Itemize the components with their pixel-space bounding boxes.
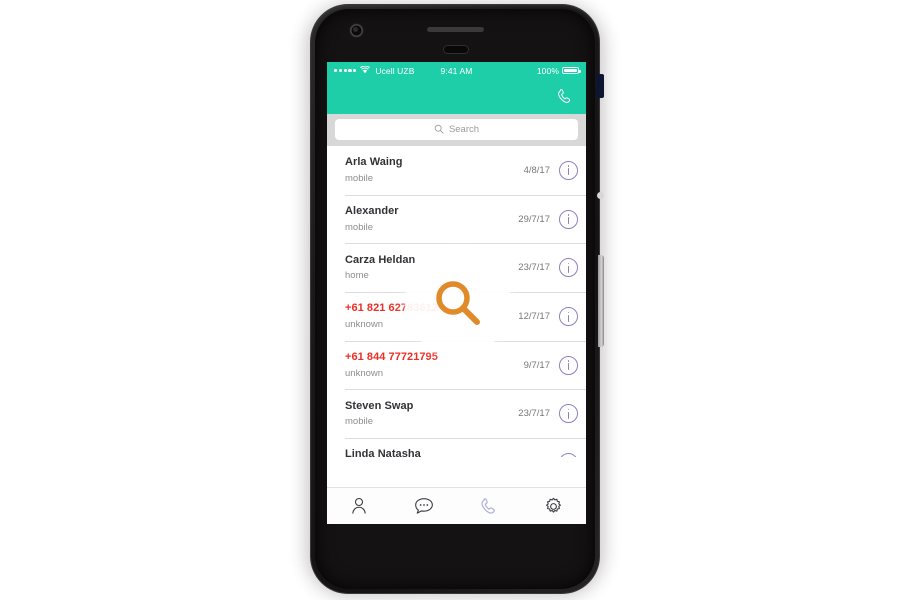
call-date: 29/7/17 xyxy=(518,213,550,225)
nav-bar xyxy=(327,79,586,114)
row-text-group: Alexander mobile xyxy=(345,205,518,233)
call-date: 4/8/17 xyxy=(523,164,550,176)
carrier-label: Ucell UZB xyxy=(375,65,415,76)
table-row[interactable]: Arla Waing mobile 4/8/17 xyxy=(327,146,586,195)
tab-messages[interactable] xyxy=(392,496,457,516)
contact-name: Linda Natasha xyxy=(345,448,421,457)
search-bar-container: Search xyxy=(327,114,586,146)
tab-calls[interactable] xyxy=(457,496,522,517)
contact-name: Alexander xyxy=(345,204,399,217)
screenshot-canvas: Ucell UZB 9:41 AM 100% Search Arla Waing… xyxy=(0,0,900,600)
contact-type: mobile xyxy=(345,173,373,185)
call-date: 9/7/17 xyxy=(523,359,550,371)
earpiece-speaker xyxy=(427,27,484,32)
info-circle-icon[interactable] xyxy=(559,209,578,229)
row-text-group: +61 844 77721795 unknown xyxy=(345,351,524,379)
info-circle-icon[interactable] xyxy=(559,306,578,326)
person-icon xyxy=(349,496,369,516)
call-date: 23/7/17 xyxy=(518,408,550,420)
row-text-group: Arla Waing mobile xyxy=(345,156,524,184)
front-camera-icon xyxy=(350,24,363,37)
contact-type: unknown xyxy=(345,367,384,379)
contact-name: Steven Swap xyxy=(345,399,414,412)
contact-name: +61 844 77721795 xyxy=(345,351,438,364)
magnifier-overlay xyxy=(405,250,511,356)
wifi-icon xyxy=(360,65,371,76)
info-circle-icon[interactable] xyxy=(559,258,578,278)
table-row[interactable]: Steven Swap mobile 23/7/17 xyxy=(327,389,586,438)
gear-icon xyxy=(543,496,564,517)
contact-name: Arla Waing xyxy=(345,156,403,169)
side-antenna-band xyxy=(596,74,604,98)
proximity-sensor xyxy=(443,45,469,54)
tab-settings[interactable] xyxy=(521,496,586,517)
row-text-group: Linda Natasha mobile xyxy=(345,448,518,457)
info-circle-icon[interactable] xyxy=(559,160,578,180)
bottom-tab-bar xyxy=(327,487,586,524)
side-mic-hole xyxy=(597,192,604,199)
search-placeholder: Search xyxy=(448,124,480,135)
info-circle-icon[interactable] xyxy=(559,404,578,424)
info-circle-icon[interactable] xyxy=(559,355,578,375)
search-input[interactable]: Search xyxy=(335,119,578,140)
tab-contacts[interactable] xyxy=(327,496,392,516)
search-icon xyxy=(434,121,444,139)
battery-full-icon xyxy=(562,66,581,75)
table-row[interactable]: Linda Natasha mobile 23/7/17 xyxy=(327,438,586,457)
status-right-group: 100% xyxy=(536,65,581,76)
magnifier-icon xyxy=(431,276,485,330)
contact-type: mobile xyxy=(345,416,373,428)
chat-bubble-icon xyxy=(413,496,435,516)
status-bar: Ucell UZB 9:41 AM 100% xyxy=(327,62,586,79)
battery-percent-label: 100% xyxy=(536,65,559,76)
row-text-group: Steven Swap mobile xyxy=(345,400,518,428)
power-button[interactable] xyxy=(598,255,604,347)
call-date: 12/7/17 xyxy=(518,310,550,322)
table-row[interactable]: Alexander mobile 29/7/17 xyxy=(327,194,586,244)
phone-handset-icon[interactable] xyxy=(555,87,574,106)
call-date: 23/7/17 xyxy=(518,262,550,274)
phone-handset-icon xyxy=(478,496,499,517)
phone-screen: Ucell UZB 9:41 AM 100% Search Arla Waing… xyxy=(327,62,586,524)
contact-type: mobile xyxy=(345,221,373,233)
signal-strength-icon xyxy=(334,68,357,73)
info-circle-icon[interactable] xyxy=(559,452,578,457)
